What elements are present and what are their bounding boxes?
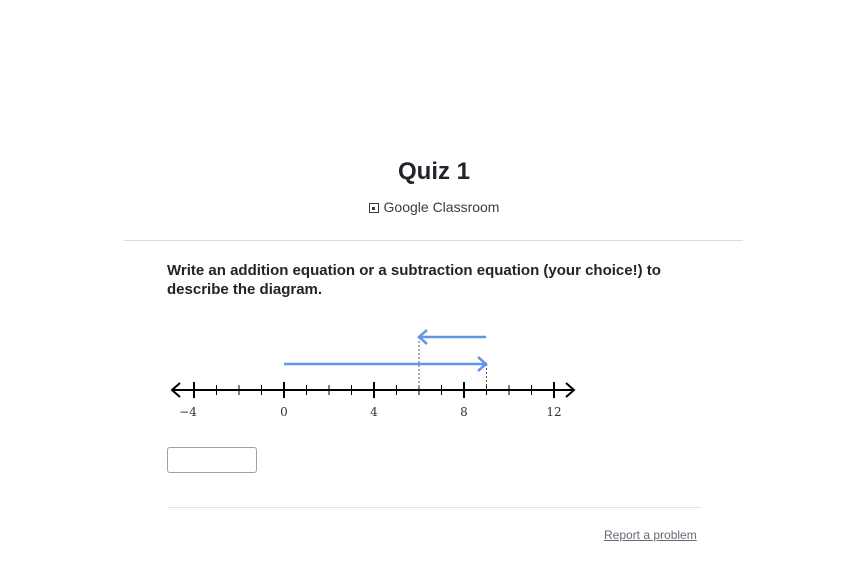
report-problem-link[interactable]: Report a problem [604, 528, 697, 542]
source-label: Google Classroom [383, 199, 500, 215]
source-line: Google Classroom [0, 199, 868, 215]
tick-label-12: 12 [546, 405, 561, 419]
header-divider [124, 240, 743, 241]
tick-label-4: 4 [370, 405, 378, 419]
tick-label-8: 8 [460, 405, 468, 419]
question-prompt: Write an addition equation or a subtract… [167, 262, 661, 298]
page-title: Quiz 1 [397, 158, 470, 185]
tick-label-minus4: −4 [179, 405, 197, 419]
footer-divider [167, 507, 701, 508]
answer-input[interactable] [167, 447, 257, 473]
tick-label-0: 0 [280, 405, 288, 419]
number-line-diagram: −4 0 4 8 12 [170, 329, 576, 419]
google-classroom-icon [368, 203, 379, 213]
